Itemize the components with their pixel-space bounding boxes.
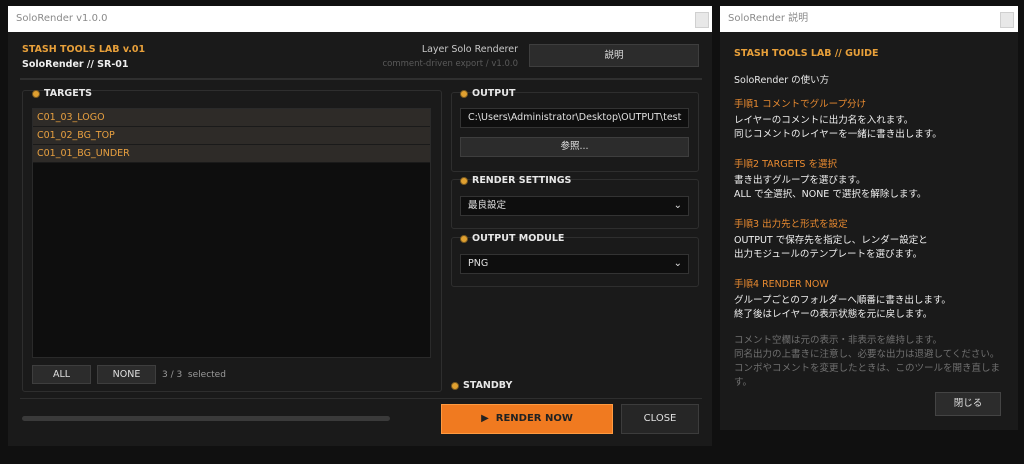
output-path-field[interactable]: C:\Users\Administrator\Desktop\OUTPUT\te… [460, 108, 689, 128]
step-line: グループごとのフォルダーへ順番に書き出します。 [734, 295, 951, 306]
step-line: 出力モジュールのテンプレートを選びます。 [734, 249, 923, 260]
main-titlebar: SoloRender v1.0.0 [8, 6, 712, 32]
output-title-label: OUTPUT [472, 88, 516, 99]
main-window-title: SoloRender v1.0.0 [16, 13, 108, 24]
selection-status: 3 / 3 selected [162, 370, 226, 380]
guide-titlebar: SoloRender 説明 [720, 6, 1018, 32]
note-line: 同名出力の上書きに注意し、必要な出力は退避してください。 [734, 349, 1000, 360]
output-title: OUTPUT [460, 88, 515, 99]
step-line: レイヤーのコメントに出力名を入れます。 [734, 115, 914, 126]
guide-brand: STASH TOOLS LAB // GUIDE [734, 48, 879, 59]
guide-step-1: 手順1 コメントでグループ分け レイヤーのコメントに出力名を入れます。 同じコメ… [734, 96, 942, 142]
main-window-close-icon[interactable] [695, 12, 709, 28]
all-button[interactable]: ALL [32, 365, 91, 384]
guide-close-button[interactable]: 閉じる [935, 392, 1001, 416]
render-now-label: RENDER NOW [495, 413, 573, 424]
render-settings-status-icon [460, 176, 468, 185]
render-settings-value: 最良設定 [468, 200, 507, 211]
output-module-title: OUTPUT MODULE [460, 233, 564, 244]
close-button[interactable]: CLOSE [621, 404, 699, 434]
step-line: ALL で全選択、NONE で選択を解除します。 [734, 189, 927, 200]
footer-divider [20, 398, 702, 399]
step-heading: 手順2 TARGETS を選択 [734, 159, 837, 170]
brand-line2: SoloRender // SR-01 [22, 59, 129, 70]
step-line: OUTPUT で保存先を指定し、レンダー設定と [734, 235, 928, 246]
guide-window-close-icon[interactable] [1000, 12, 1014, 28]
status-indicator: STANDBY [451, 380, 512, 391]
guide-window-title: SoloRender 説明 [728, 13, 809, 24]
render-settings-select[interactable]: 最良設定 ⌄ [460, 196, 689, 216]
output-module-status-icon [460, 234, 468, 243]
guide-subtitle: SoloRender の使い方 [734, 75, 830, 86]
step-heading: 手順4 RENDER NOW [734, 279, 829, 290]
progress-bar [22, 416, 390, 421]
guide-step-4: 手順4 RENDER NOW グループごとのフォルダーへ順番に書き出します。 終… [734, 276, 951, 322]
status-icon [451, 381, 459, 390]
chevron-down-icon: ⌄ [673, 200, 682, 211]
help-button[interactable]: 説明 [529, 44, 699, 67]
header-divider [20, 78, 702, 80]
targets-status-icon [32, 89, 40, 98]
step-line: 同じコメントのレイヤーを一緒に書き出します。 [734, 129, 942, 140]
status-text: STANDBY [463, 380, 513, 391]
none-button[interactable]: NONE [97, 365, 156, 384]
targets-title: TARGETS [32, 88, 92, 99]
output-status-icon [460, 89, 468, 98]
header-subtitle: Layer Solo Renderer [421, 44, 518, 55]
output-panel [451, 92, 699, 172]
output-module-value: PNG [468, 258, 489, 269]
note-line: コンポやコメントを変更したときは、このツールを開き直します。 [734, 363, 1001, 388]
step-heading: 手順3 出力先と形式を設定 [734, 219, 848, 230]
browse-button[interactable]: 参照... [460, 137, 689, 157]
list-item[interactable]: C01_02_BG_TOP [33, 127, 430, 145]
guide-step-3: 手順3 出力先と形式を設定 OUTPUT で保存先を指定し、レンダー設定と 出力… [734, 216, 928, 262]
render-settings-title: RENDER SETTINGS [460, 175, 571, 186]
targets-title-label: TARGETS [44, 88, 93, 99]
guide-notes: コメント空欄は元の表示・非表示を維持します。 同名出力の上書きに注意し、必要な出… [734, 334, 1018, 390]
list-item[interactable]: C01_01_BG_UNDER [33, 145, 430, 163]
render-settings-title-label: RENDER SETTINGS [472, 175, 572, 186]
note-line: コメント空欄は元の表示・非表示を維持します。 [734, 335, 943, 346]
guide-window: SoloRender 説明 STASH TOOLS LAB // GUIDE S… [720, 6, 1018, 430]
brand-line1: STASH TOOLS LAB v.01 [22, 44, 146, 55]
list-item[interactable]: C01_03_LOGO [33, 109, 430, 127]
guide-step-2: 手順2 TARGETS を選択 書き出すグループを選びます。 ALL で全選択、… [734, 156, 926, 202]
output-module-select[interactable]: PNG ⌄ [460, 254, 689, 274]
step-line: 終了後はレイヤーの表示状態を元に戻します。 [734, 309, 933, 320]
output-module-title-label: OUTPUT MODULE [472, 233, 565, 244]
step-line: 書き出すグループを選びます。 [734, 175, 866, 186]
header-version: comment-driven export / v1.0.0 [382, 59, 518, 69]
chevron-down-icon: ⌄ [673, 258, 682, 269]
play-icon: ▶ [481, 413, 489, 424]
targets-list[interactable]: C01_03_LOGO C01_02_BG_TOP C01_01_BG_UNDE… [32, 108, 431, 358]
render-now-button[interactable]: ▶ RENDER NOW [441, 404, 613, 434]
step-heading: 手順1 コメントでグループ分け [734, 99, 866, 110]
main-window: SoloRender v1.0.0 STASH TOOLS LAB v.01 S… [8, 6, 712, 446]
